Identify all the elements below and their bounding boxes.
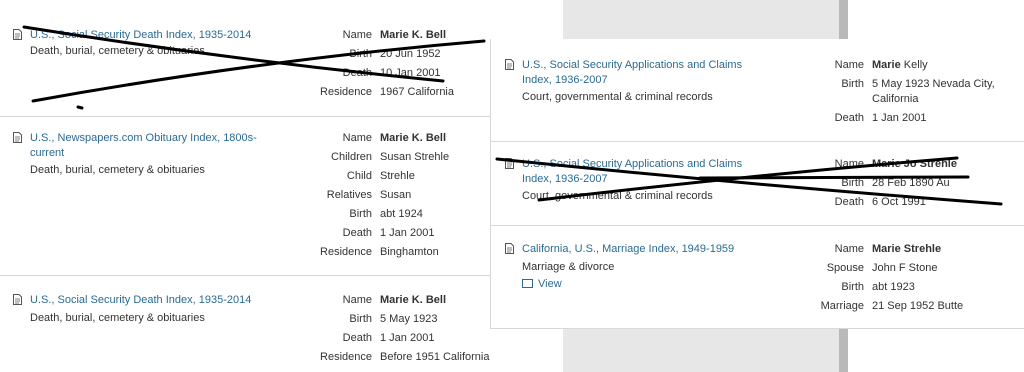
field-value-death: 1 Jan 2001 bbox=[380, 227, 435, 239]
document-icon bbox=[13, 294, 22, 305]
record-category: Court, governmental & criminal records bbox=[522, 190, 713, 202]
document-icon bbox=[505, 243, 514, 254]
name-rest-part: Kelly bbox=[900, 59, 928, 71]
divider bbox=[0, 275, 490, 276]
record-title-link[interactable]: U.S., Social Security Applications and C… bbox=[522, 157, 742, 187]
record-category: Death, burial, cemetery & obituaries bbox=[30, 164, 205, 176]
field-label: Relatives bbox=[326, 189, 372, 201]
record-title-link[interactable]: California, U.S., Marriage Index, 1949-1… bbox=[522, 242, 734, 257]
field-value-marriage: 21 Sep 1952 Butte bbox=[872, 300, 964, 312]
record-title-link[interactable]: U.S., Social Security Death Index, 1935-… bbox=[30, 28, 251, 43]
field-label: Spouse bbox=[826, 262, 864, 274]
field-label: Name bbox=[342, 132, 372, 144]
view-image-link[interactable]: View bbox=[522, 277, 562, 292]
record-category: Death, burial, cemetery & obituaries bbox=[30, 45, 205, 57]
record-title-line2: Index, 1936-2007 bbox=[522, 173, 608, 185]
field-value-residence: Binghamton bbox=[380, 246, 439, 258]
field-value-birth-line2: California bbox=[872, 93, 919, 105]
field-label: Residence bbox=[320, 246, 372, 258]
panel-border-bottom bbox=[490, 328, 1024, 329]
divider bbox=[490, 225, 1024, 226]
field-value-death: 6 Oct 1991 bbox=[872, 196, 926, 208]
field-label: Death bbox=[342, 67, 372, 79]
record-title-line1: U.S., Newspapers.com Obituary Index, 180… bbox=[30, 132, 257, 144]
record-ssdi-2: U.S., Social Security Death Index, 1935-… bbox=[13, 293, 313, 333]
field-label: Birth bbox=[349, 48, 372, 60]
document-icon bbox=[505, 59, 514, 70]
field-value-death: 1 Jan 2001 bbox=[380, 332, 435, 344]
field-label: Death bbox=[834, 112, 864, 124]
left-results-panel: U.S., Social Security Death Index, 1935-… bbox=[0, 0, 490, 372]
field-value-death: 1 Jan 2001 bbox=[872, 112, 927, 124]
field-value-birth: 5 May 1923 bbox=[380, 313, 438, 325]
record-title-line2: current bbox=[30, 147, 65, 159]
field-label: Birth bbox=[349, 208, 372, 220]
field-label: Birth bbox=[841, 281, 864, 293]
field-value-birth: 28 Feb 1890 Au bbox=[872, 177, 950, 189]
record-title-link[interactable]: U.S., Newspapers.com Obituary Index, 180… bbox=[30, 131, 257, 161]
right-results-panel: U.S., Social Security Applications and C… bbox=[490, 39, 1024, 329]
field-label: Child bbox=[346, 170, 372, 182]
record-newspapers-obituary: U.S., Newspapers.com Obituary Index, 180… bbox=[13, 131, 313, 191]
record-title-link[interactable]: U.S., Social Security Applications and C… bbox=[522, 58, 742, 88]
field-value-relatives: Susan bbox=[380, 189, 412, 201]
field-value-spouse: John F Stone bbox=[872, 262, 938, 274]
record-title-link[interactable]: U.S., Social Security Death Index, 1935-… bbox=[30, 293, 251, 308]
field-label: Name bbox=[834, 158, 864, 170]
field-label: Children bbox=[331, 151, 372, 163]
field-label: Name bbox=[834, 243, 864, 255]
field-value-residence: Before 1951 California bbox=[380, 351, 490, 363]
record-ss-applications-2: U.S., Social Security Applications and C… bbox=[505, 157, 765, 207]
document-icon bbox=[13, 132, 22, 143]
field-value-name: Marie Jo Strehle bbox=[872, 158, 957, 170]
field-label: Birth bbox=[841, 177, 864, 189]
field-label: Marriage bbox=[820, 300, 864, 312]
record-title-line1: U.S., Social Security Applications and C… bbox=[522, 59, 743, 71]
field-value-children: Susan Strehle bbox=[380, 151, 450, 163]
image-icon bbox=[522, 279, 533, 288]
document-icon bbox=[13, 29, 22, 40]
field-value-birth: 5 May 1923 Nevada City, bbox=[872, 78, 995, 90]
field-value-birth: abt 1924 bbox=[380, 208, 423, 220]
field-label: Name bbox=[342, 29, 372, 41]
field-label: Birth bbox=[349, 313, 372, 325]
record-category: Court, governmental & criminal records bbox=[522, 91, 713, 103]
field-value-child: Strehle bbox=[380, 170, 415, 182]
field-value-name: Marie Kelly bbox=[872, 58, 928, 73]
document-icon bbox=[505, 158, 514, 169]
field-label: Residence bbox=[320, 351, 372, 363]
field-label: Death bbox=[342, 332, 372, 344]
record-category: Death, burial, cemetery & obituaries bbox=[30, 312, 205, 324]
record-ca-marriage-index: California, U.S., Marriage Index, 1949-1… bbox=[505, 242, 765, 292]
field-label: Residence bbox=[320, 86, 372, 98]
field-value-name: Marie K. Bell bbox=[380, 132, 447, 144]
field-label: Death bbox=[834, 196, 864, 208]
field-value-name: Marie K. Bell bbox=[380, 294, 447, 306]
record-title-line1: U.S., Social Security Applications and C… bbox=[522, 158, 743, 170]
panel-border-left bbox=[490, 39, 491, 329]
field-value-birth: 20 Jun 1952 bbox=[380, 48, 441, 60]
field-value-residence: 1967 California bbox=[380, 86, 454, 98]
field-value-name: Marie K. Bell bbox=[380, 29, 447, 41]
field-label: Birth bbox=[841, 78, 864, 90]
name-bold-part: Marie bbox=[872, 59, 901, 71]
divider bbox=[0, 116, 490, 117]
field-value-birth: abt 1923 bbox=[872, 281, 915, 293]
field-label: Name bbox=[834, 59, 864, 71]
record-category: Marriage & divorce bbox=[522, 261, 615, 273]
divider bbox=[490, 141, 1024, 142]
view-link-label: View bbox=[538, 278, 562, 290]
record-ss-applications-1: U.S., Social Security Applications and C… bbox=[505, 58, 765, 108]
field-value-name: Marie Strehle bbox=[872, 243, 942, 255]
record-title-line2: Index, 1936-2007 bbox=[522, 74, 608, 86]
field-label: Death bbox=[342, 227, 372, 239]
field-value-death: 10 Jan 2001 bbox=[380, 67, 441, 79]
field-label: Name bbox=[342, 294, 372, 306]
